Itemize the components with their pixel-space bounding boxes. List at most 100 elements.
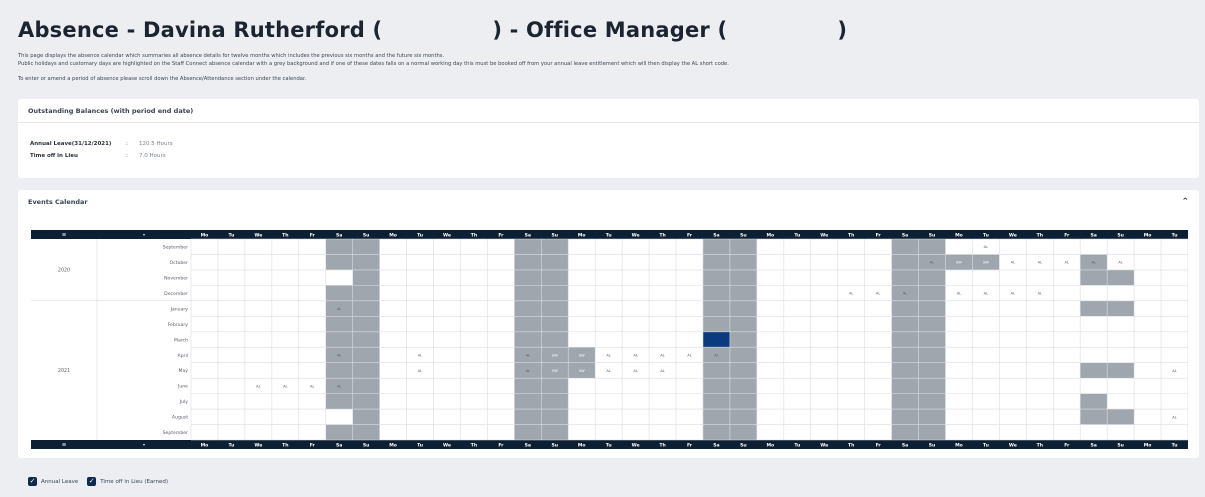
balances-card: Outstanding Balances (with period end da… [18,99,1199,178]
balance-value: 120.5 Hours [139,141,173,147]
weekend-cell [541,409,569,425]
weekend-cell [918,424,946,440]
weekend-cell [541,239,569,255]
day-header: Fr [498,442,504,448]
weekend-cell [702,393,730,410]
weekend-cell [352,347,380,363]
day-header: Fr [687,232,693,238]
weekend-cell [514,285,542,301]
absence-code: AL [1011,261,1015,265]
weekend-cell [541,331,569,348]
absence-code: AL [337,307,341,311]
intro-text: This page displays the absence calendar … [18,53,729,84]
absence-code: SW [956,261,962,265]
absence-code: AL [1011,292,1015,296]
weekend-cell [702,409,730,425]
day-header: Th [282,232,288,238]
events-calendar-header[interactable]: Events Calendar ⌃ [18,190,1199,214]
day-header: Sa [336,442,342,448]
balance-label: Time off in Lieu [30,153,78,159]
month-label: June [177,384,188,390]
absence-code: AL [876,292,880,296]
weekend-cell [918,239,946,255]
weekend-cell [729,285,757,301]
legend-annual-leave[interactable]: ✓ Annual Leave [28,477,78,486]
weekend-cell [541,285,569,301]
weekend-cell [514,300,542,317]
absence-code: AL [660,369,664,373]
day-header: Mo [1144,232,1152,238]
absence-code: AL [526,369,530,373]
absence-code: AL [310,384,314,388]
day-header: Su [551,232,558,238]
intro-line-3: To enter or amend a period of absence pl… [18,76,307,82]
weekend-cell [918,285,946,301]
weekend-cell [729,378,757,394]
day-header: Th [471,442,477,448]
weekend-cell [325,239,353,255]
weekend-cell [729,393,757,410]
weekend-cell [702,285,730,301]
day-header: Su [1117,442,1124,448]
weekend-cell [891,409,919,425]
day-header: We [820,232,828,238]
checkbox-checked-icon[interactable]: ✓ [28,477,37,486]
month-label: September [163,245,189,251]
legend-toil[interactable]: ✓ Time off in Lieu (Earned) [87,477,168,486]
weekend-cell [891,424,919,440]
day-header: Tu [417,232,423,238]
weekend-cell [891,269,919,286]
weekend-cell [702,239,730,255]
events-calendar-title: Events Calendar [28,198,88,206]
day-header: We [632,442,640,448]
month-label: January [170,306,189,312]
absence-code: AL [903,292,907,296]
weekend-cell [729,362,757,379]
chevron-up-icon[interactable]: ⌃ [1181,197,1189,207]
weekend-cell [918,378,946,394]
weekend-cell [352,254,380,270]
weekend-cell [702,424,730,440]
day-header: Fr [687,442,693,448]
weekend-cell [729,239,757,255]
day-header: Mo [578,442,586,448]
day-header: Tu [794,232,800,238]
weekend-cell [918,300,946,317]
weekend-cell [891,316,919,332]
day-header: Th [659,442,665,448]
weekend-cell [702,316,730,332]
day-header: We [254,442,262,448]
weekend-cell [541,316,569,332]
day-header: Tu [228,232,234,238]
checkbox-checked-icon[interactable]: ✓ [87,477,97,486]
month-label: August [172,415,188,421]
weekend-cell [352,362,380,379]
day-header: Th [1037,442,1043,448]
weekend-cell [514,424,542,440]
weekend-cell [541,254,569,270]
day-header: Fr [876,442,882,448]
day-header: We [254,232,262,238]
weekend-cell [891,300,919,317]
day-header: Fr [310,232,316,238]
day-header: Mo [955,232,963,238]
absence-code: AL [418,353,422,357]
weekend-cell [1107,362,1135,379]
day-header: Sa [525,442,531,448]
toil-cell [702,331,730,348]
month-label: July [179,399,189,405]
weekend-cell [325,393,353,410]
day-header: Sa [1090,232,1096,238]
weekend-cell [729,316,757,332]
weekend-cell [352,424,380,440]
balance-label: Annual Leave(31/12/2021) [30,141,112,147]
day-header: Mo [578,232,586,238]
weekend-cell [891,362,919,379]
absence-code: SW [579,353,585,357]
day-header: Fr [498,232,504,238]
weekend-cell [352,285,380,301]
balance-row-toil: Time off in Lieu:7.0 Hours [30,153,166,159]
day-header: We [443,232,451,238]
month-label: December [164,291,188,297]
weekend-cell [1107,269,1135,286]
